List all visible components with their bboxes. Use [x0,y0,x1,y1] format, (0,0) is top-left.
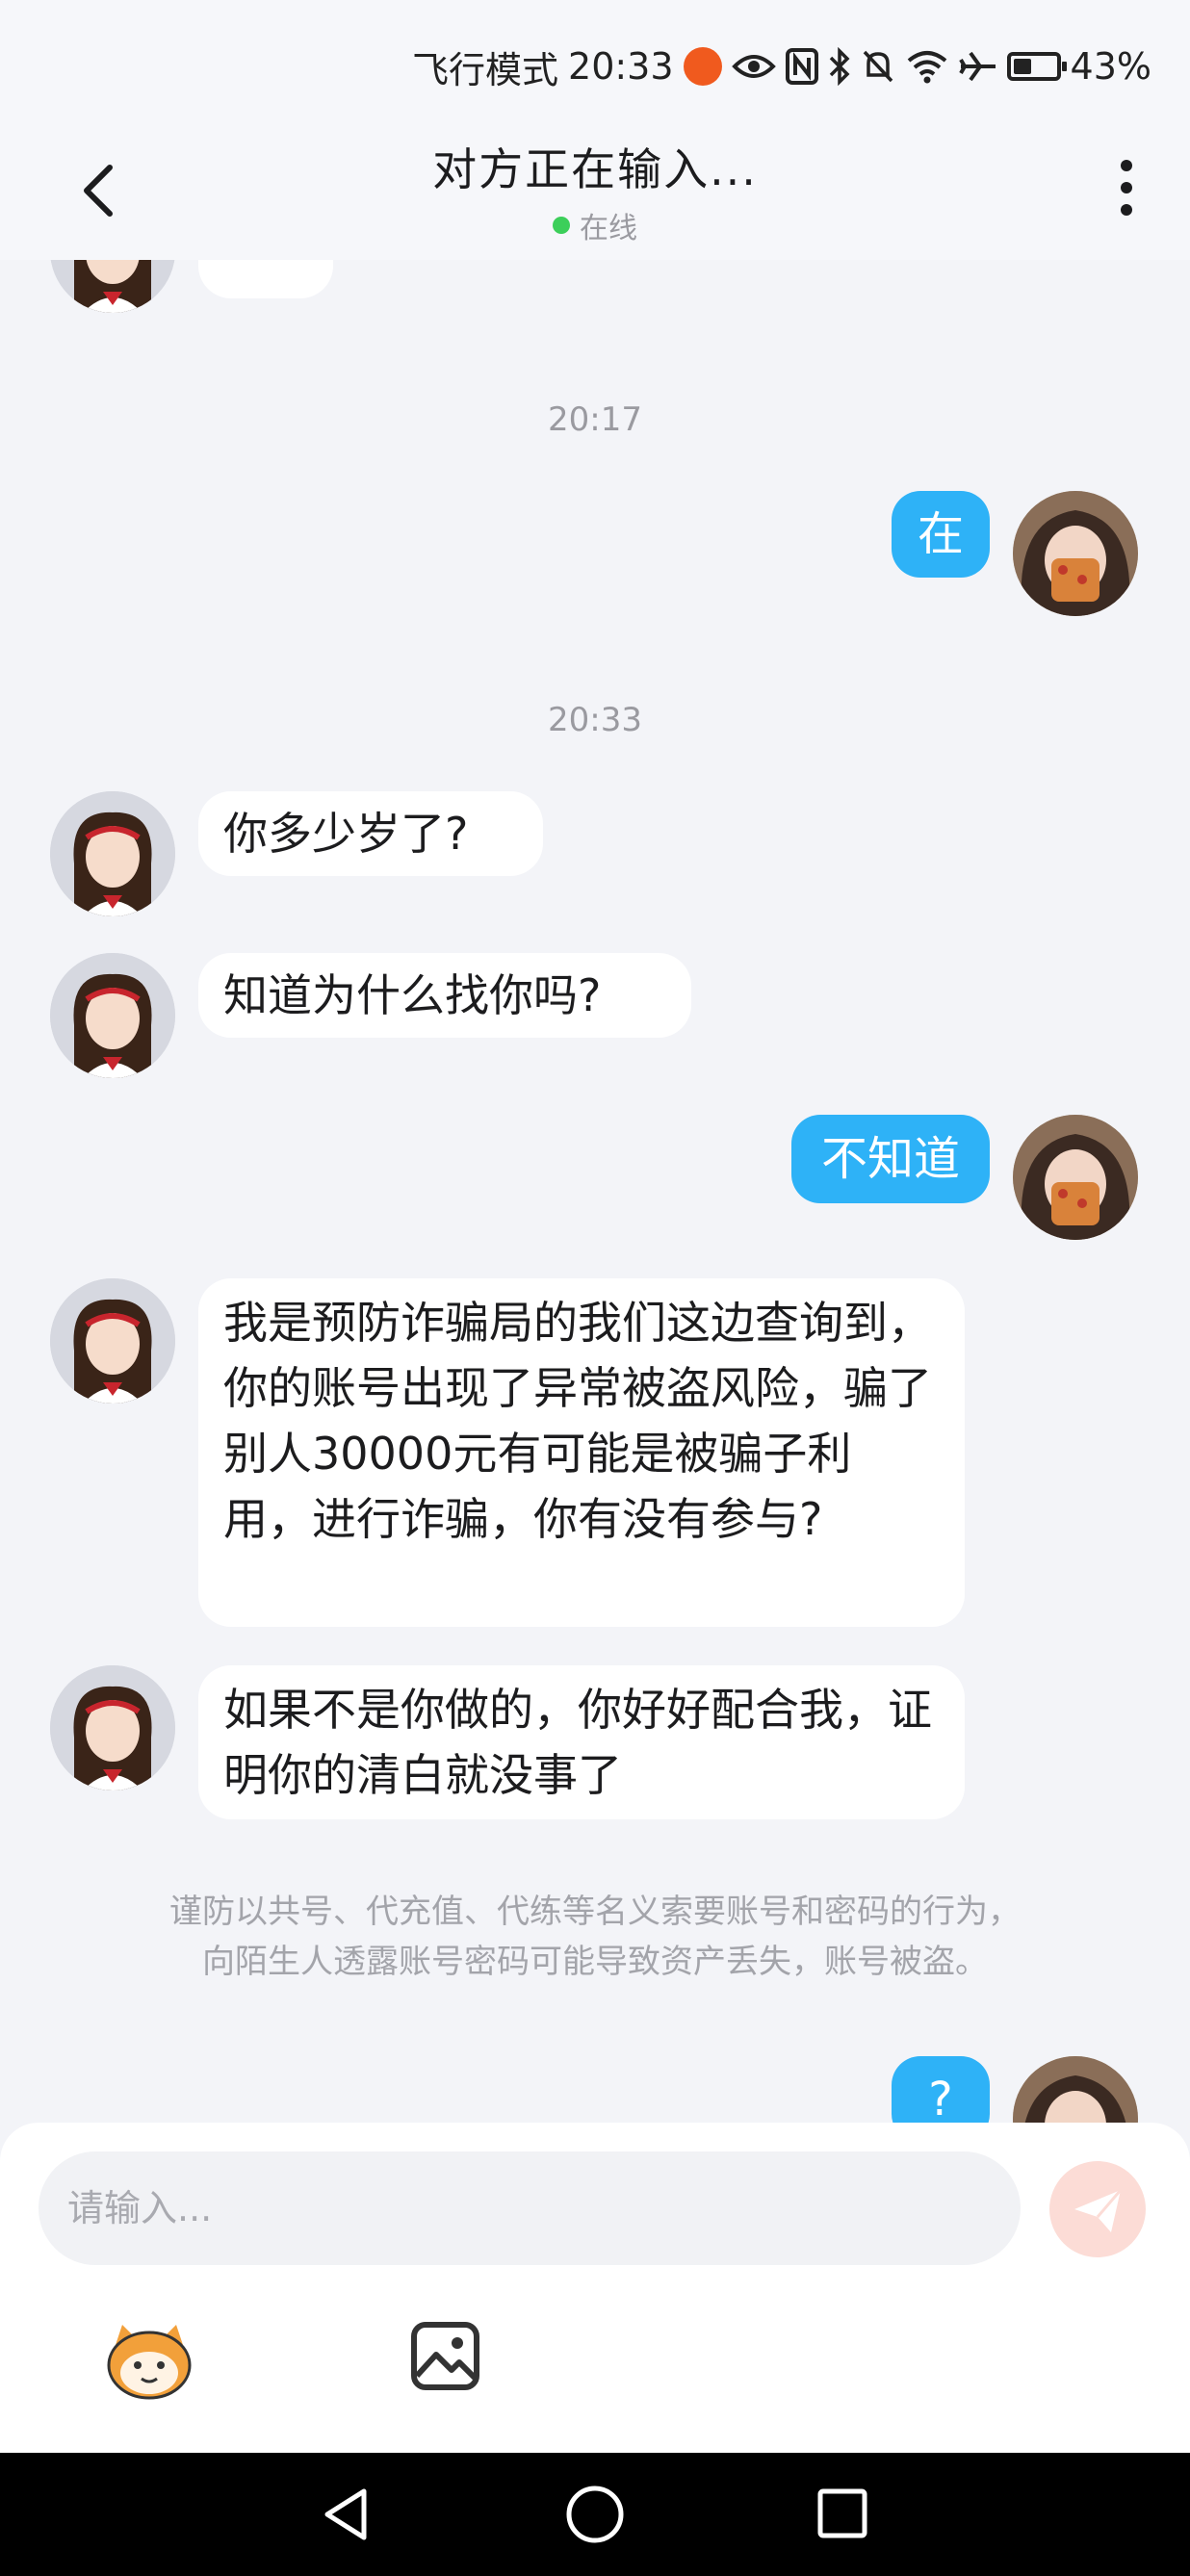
user-avatar[interactable] [1013,491,1138,616]
sent-message-bubble: 在 [892,491,990,578]
image-button[interactable] [409,2320,481,2392]
timestamp: 20:17 [548,400,642,439]
sent-message-bubble: ? [892,2056,990,2123]
security-notice-line1: 谨防以共号、代充值、代练等名义索要账号和密码的行为， [169,1893,1021,1931]
message-input[interactable] [39,2151,1021,2265]
online-status-label: 在线 [580,212,637,245]
contact-avatar[interactable] [50,791,175,916]
wifi-icon [905,49,949,84]
mascot-emoji-icon [107,2325,192,2400]
nav-recent-button[interactable] [816,2487,868,2539]
chat-header: 对方正在输入... 在线 [0,125,1190,260]
status-time: 20:33 [568,45,674,88]
message-list[interactable]: 20:17 在 20:33 你多少岁了? 知道为什么找你吗? 不知道 我是预防诈… [0,260,1190,2123]
more-vertical-icon [1121,160,1132,216]
airplane-icon [958,49,997,84]
nfc-icon [785,48,818,85]
online-status: 在线 [0,204,1190,246]
status-indicators: 飞行模式 20:33 43% [412,40,1151,92]
image-icon [411,2322,479,2390]
title-block: 对方正在输入... 在线 [0,135,1190,246]
page-title: 对方正在输入... [432,143,758,195]
battery-percent: 43% [1070,45,1151,88]
security-notice: 谨防以共号、代充值、代练等名义索要账号和密码的行为， 向陌生人透露账号密码可能导… [0,1887,1190,1987]
eye-icon [731,52,776,81]
received-message-bubble: 我是预防诈骗局的我们这边查询到，你的账号出现了异常被盗风险，骗了别人30000元… [198,1278,965,1627]
message-bubble-partial [198,260,333,298]
received-message-bubble: 知道为什么找你吗? [198,953,691,1038]
received-message-bubble: 你多少岁了? [198,791,543,876]
mute-icon [861,48,895,85]
nav-back-button[interactable] [318,2486,375,2543]
online-dot-icon [553,217,570,234]
contact-avatar[interactable] [50,953,175,1078]
emoji-button[interactable] [101,2315,197,2402]
battery-icon [1006,52,1067,81]
circle-home-icon [566,2486,624,2543]
status-bar: 飞行模式 20:33 43% [0,0,1190,125]
security-notice-line2: 向陌生人透露账号密码可能导致资产丢失，账号被盗。 [202,1943,988,1981]
contact-avatar[interactable] [50,1278,175,1404]
bluetooth-icon [828,47,851,86]
input-bar [0,2123,1190,2455]
timestamp: 20:33 [548,701,642,739]
contact-avatar[interactable] [50,1665,175,1790]
sent-message-bubble: 不知道 [791,1115,990,1203]
system-nav-bar [0,2453,1190,2576]
user-avatar[interactable] [1013,1115,1138,1240]
more-options-button[interactable] [1107,154,1146,221]
send-icon [1074,2189,1123,2232]
nav-home-button[interactable] [564,2484,626,2545]
contact-avatar[interactable] [50,260,175,313]
square-recent-icon [817,2488,867,2538]
triangle-back-icon [324,2488,367,2540]
user-avatar[interactable] [1013,2056,1138,2123]
received-message-bubble: 如果不是你做的，你好好配合我，证明你的清白就没事了 [198,1665,965,1819]
weibo-icon [683,47,722,86]
send-button[interactable] [1049,2161,1146,2257]
status-mode: 飞行模式 [412,48,559,91]
